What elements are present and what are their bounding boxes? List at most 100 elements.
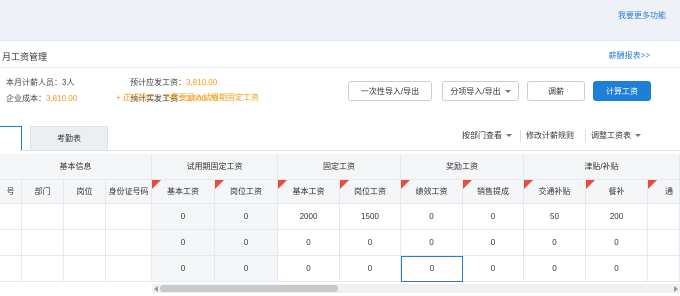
cell-value: 0 — [490, 237, 496, 247]
group-basic-info: 基本信息 — [0, 154, 152, 180]
table-cell[interactable]: 0 — [463, 230, 524, 256]
view-by-dept-label: 按部门查看 — [462, 131, 502, 140]
horizontal-scrollbar[interactable] — [152, 284, 680, 293]
table-cell[interactable]: 0 — [463, 204, 524, 230]
cell-value: 0 — [243, 211, 249, 221]
cell-value: 0 — [367, 263, 373, 273]
cell-value: 0 — [429, 264, 435, 273]
cell-value: 0 — [429, 237, 434, 247]
hint-text: + 正式员工，不需要录入试用期固定工资 — [116, 93, 259, 102]
table-cell[interactable]: 0 — [401, 256, 463, 282]
table-cell[interactable]: 0 — [463, 256, 524, 282]
table-cell[interactable]: 0 — [586, 230, 648, 256]
table-cell[interactable]: 0 — [524, 230, 586, 256]
flag-icon — [463, 180, 472, 189]
calculate-salary-button[interactable]: 计算工资 — [593, 81, 651, 101]
cell-value: 0 — [614, 263, 619, 273]
cell-value: 200 — [609, 211, 624, 221]
panel-header: 月工资管理 薪酬报表>> — [0, 41, 680, 68]
chevron-down-icon — [504, 89, 511, 93]
import-export-once-label: 一次性导入/导出 — [360, 86, 420, 96]
chevron-down-icon — [506, 134, 512, 137]
table-cell[interactable]: 2000 — [278, 204, 340, 230]
col-probation-base: 基本工资 — [152, 180, 215, 204]
group-fixed-salary: 固定工资 — [278, 154, 401, 180]
adjust-table-label: 调整工资表 — [591, 131, 631, 140]
tab-attendance-label: 考勤表 — [57, 134, 81, 143]
cell-value: 1500 — [361, 211, 379, 221]
more-features-link[interactable]: 我要更多功能 — [618, 10, 666, 21]
table-cell[interactable]: 0 — [401, 204, 463, 230]
page-title: 月工资管理 — [2, 52, 48, 62]
col-fixed-post: 岗位工资 — [340, 180, 401, 204]
import-export-once-button[interactable]: 一次性导入/导出 — [348, 81, 432, 101]
col-position: 岗位 — [64, 180, 106, 204]
col-comm: 通 — [648, 180, 680, 204]
cell-value: 2000 — [299, 211, 318, 221]
top-bar: 我要更多功能 — [0, 0, 680, 30]
cell-value: 0 — [552, 263, 557, 273]
table-cell — [64, 204, 106, 230]
col-transport: 交通补贴 — [524, 180, 586, 204]
table-cell — [22, 204, 64, 230]
cell-value: 50 — [550, 211, 559, 221]
table-cell: 0 — [152, 204, 215, 230]
table-cell[interactable] — [648, 230, 680, 256]
table-cell: 0 — [215, 256, 278, 282]
cost-info: 企业成本：3,810.00 — [6, 93, 77, 104]
table-cell[interactable]: 0 — [524, 256, 586, 282]
edit-rules-link[interactable]: 修改计薪规则 — [526, 130, 574, 141]
cell-value: 0 — [243, 263, 249, 273]
table-cell[interactable]: 0 — [340, 256, 401, 282]
tab-salary[interactable] — [0, 126, 22, 151]
payable-value: 3,810.00 — [186, 78, 218, 87]
cell-value: 0 — [180, 237, 186, 247]
calculate-salary-label: 计算工资 — [606, 86, 638, 96]
import-export-item-button[interactable]: 分项导入/导出 — [442, 81, 519, 101]
table-cell[interactable] — [648, 204, 680, 230]
table-cell: 0 — [152, 230, 215, 256]
group-bonus-salary: 奖励工资 — [401, 154, 524, 180]
adjust-table-dropdown[interactable]: 调整工资表 — [591, 130, 641, 141]
cost-value: 3,810.00 — [46, 94, 78, 103]
tab-attendance[interactable]: 考勤表 — [30, 126, 108, 151]
scroll-thumb[interactable] — [160, 285, 338, 292]
table-cell[interactable]: 0 — [401, 230, 463, 256]
table-cell[interactable]: 200 — [586, 204, 648, 230]
headcount-value: 3人 — [62, 78, 75, 87]
view-by-dept-dropdown[interactable]: 按部门查看 — [462, 130, 512, 141]
col-meal: 餐补 — [586, 180, 648, 204]
flag-icon — [152, 180, 161, 189]
cell-value: 0 — [490, 211, 496, 221]
group-allowance: 津贴/补贴 — [524, 154, 680, 180]
table-cell[interactable]: 0 — [278, 230, 340, 256]
adjust-salary-button[interactable]: 调薪 — [527, 81, 585, 101]
table-cell — [64, 256, 106, 282]
edit-rules-label: 修改计薪规则 — [526, 131, 574, 140]
col-performance: 绩效工资 — [401, 180, 463, 204]
divider — [520, 130, 521, 142]
table-cell[interactable]: 1500 — [340, 204, 401, 230]
scroll-left-icon[interactable] — [154, 286, 158, 292]
table-cell[interactable]: 0 — [586, 256, 648, 282]
table-cell — [0, 256, 22, 282]
table-cell[interactable] — [648, 256, 680, 282]
flag-icon — [524, 180, 533, 189]
table-cell[interactable]: 0 — [340, 230, 401, 256]
cell-value: 0 — [552, 237, 557, 247]
table-cell — [106, 230, 152, 256]
cost-label: 企业成本： — [6, 94, 46, 103]
col-number: 号 — [0, 180, 22, 204]
table-cell[interactable]: 50 — [524, 204, 586, 230]
table-cell — [22, 256, 64, 282]
cell-value: 0 — [490, 263, 496, 273]
cell-value: 0 — [306, 263, 311, 273]
scroll-right-icon[interactable] — [674, 286, 678, 292]
table-cell — [106, 204, 152, 230]
flag-icon — [278, 180, 287, 189]
table-cell[interactable]: 0 — [278, 256, 340, 282]
col-fixed-base: 基本工资 — [278, 180, 340, 204]
salary-report-link[interactable]: 薪酬报表>> — [609, 50, 650, 61]
payable-info: 预计应发工资：3,810.00 — [130, 77, 217, 88]
flag-icon — [340, 180, 349, 189]
